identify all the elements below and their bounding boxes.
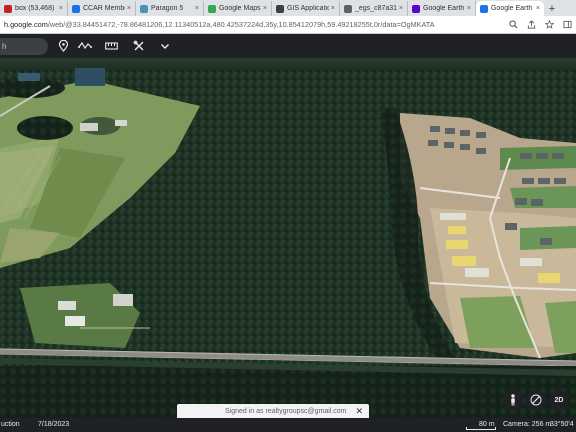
new-tab-button[interactable]: + — [544, 1, 560, 16]
sidepanel-icon[interactable] — [562, 20, 572, 30]
pegman-icon — [511, 394, 515, 406]
tab-close-icon[interactable]: × — [195, 5, 199, 12]
scale-bar — [466, 427, 496, 430]
tab-label: GIS Application — [287, 5, 329, 12]
tab-label: Paragon 5 — [151, 5, 184, 12]
view-mode-toggle[interactable]: 2D — [549, 390, 569, 410]
tab-0[interactable]: box (53,468) × — [0, 1, 68, 16]
pegman-button[interactable] — [503, 390, 523, 410]
toast-text: Signed in as realtygroupsc@gmail.com — [225, 407, 347, 415]
camera-altitude: Camera: 256 m — [503, 421, 552, 428]
coordinates-readout: 33°50'4 — [550, 421, 574, 428]
view-mode-label: 2D — [554, 396, 564, 404]
bookmark-star-icon[interactable] — [544, 20, 554, 30]
search-input[interactable]: h — [0, 37, 48, 55]
compass-icon — [530, 394, 542, 406]
url-host: h.google.com — [4, 20, 48, 29]
imagery-attribution[interactable]: uction — [1, 421, 20, 428]
share-icon[interactable] — [526, 20, 536, 30]
tab-close-icon[interactable]: × — [331, 5, 335, 12]
tab-close-icon[interactable]: × — [127, 5, 131, 12]
maps-pin-icon — [208, 4, 216, 13]
tab-1[interactable]: CCAR Member× — [68, 1, 136, 16]
satellite-map-view[interactable] — [0, 58, 576, 418]
tab-label: CCAR Member — [83, 5, 125, 12]
gis-globe-icon — [276, 4, 284, 13]
paragon-icon — [140, 4, 148, 13]
tab-strip: box (53,468)×CCAR Member×Paragon 5×Googl… — [0, 0, 576, 16]
ccar-icon — [72, 4, 80, 13]
tab-close-icon[interactable]: × — [263, 5, 267, 12]
measure-ruler-icon[interactable] — [104, 39, 118, 53]
yahoo-icon — [412, 4, 420, 13]
tab-6[interactable]: Google Earth × — [408, 1, 476, 16]
google-earth-icon — [480, 4, 488, 13]
tab-close-icon[interactable]: × — [536, 5, 540, 12]
tab-close-icon[interactable]: × — [399, 5, 403, 12]
mail-icon — [4, 4, 12, 13]
toast-close-button[interactable]: ✕ — [355, 406, 363, 417]
tab-label: box (53,468) — [15, 5, 55, 12]
url-text[interactable]: h.google.com/web/@33.84451472,-78.864812… — [4, 20, 508, 29]
search-text: h — [2, 41, 7, 51]
earth-toolbar: h — [0, 34, 576, 58]
imagery-date: 7/18/2023 — [38, 421, 70, 428]
tab-3[interactable]: Google Maps × — [204, 1, 272, 16]
chevron-down-icon[interactable] — [158, 39, 172, 53]
globe-icon — [344, 4, 352, 13]
tab-label: Google Maps — [219, 5, 261, 12]
compass-button[interactable] — [526, 390, 546, 410]
tools-icon[interactable] — [132, 39, 146, 53]
address-bar[interactable]: h.google.com/web/@33.84451472,-78.864812… — [0, 16, 576, 34]
tab-close-icon[interactable]: × — [467, 5, 471, 12]
location-pin-icon[interactable] — [56, 39, 70, 53]
status-bar: uction 7/18/2023 80 m Camera: 256 m 33°5… — [0, 418, 576, 432]
tab-4[interactable]: GIS Application× — [272, 1, 340, 16]
zoom-icon[interactable] — [508, 20, 518, 30]
aerial-imagery[interactable] — [0, 58, 576, 418]
tab-2[interactable]: Paragon 5 × — [136, 1, 204, 16]
tab-7[interactable]: Google Earth × — [476, 1, 544, 16]
tab-5[interactable]: _egs_c87a313c× — [340, 1, 408, 16]
url-path: /web/@33.84451472,-78.86481206,12.113405… — [47, 20, 435, 29]
tab-label: Google Earth — [491, 5, 533, 12]
tab-close-icon[interactable]: × — [59, 5, 63, 12]
signed-in-toast: Signed in as realtygroupsc@gmail.com ✕ — [177, 404, 369, 418]
tab-label: _egs_c87a313c — [355, 5, 397, 12]
path-icon[interactable] — [78, 39, 92, 53]
tab-label: Google Earth — [423, 5, 465, 12]
browser-window: box (53,468)×CCAR Member×Paragon 5×Googl… — [0, 0, 576, 432]
